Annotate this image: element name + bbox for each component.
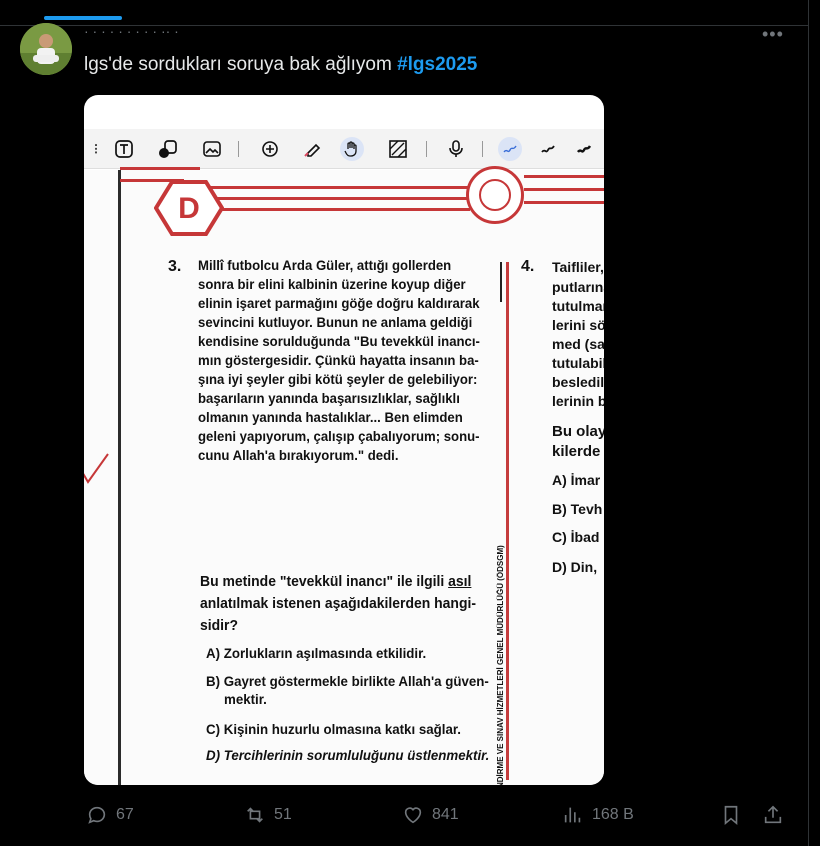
- retweet-icon: [247, 807, 263, 823]
- question-body: Millî futbolcu Arda Güler, attığı goller…: [198, 256, 498, 465]
- question4-option-a: A) İmar: [552, 472, 601, 488]
- retweet-button[interactable]: 51: [244, 804, 292, 826]
- view-count: 168 B: [592, 806, 634, 823]
- question-line: geleni yapıyorum, çalışıp çabalıyorum; s…: [198, 428, 480, 444]
- booklet-badge: D: [154, 180, 224, 236]
- question-line: cunu Allah'a bırakıyorum." dedi.: [198, 447, 399, 463]
- option-b: B) Gayret göstermekle birlikte Allah'a g…: [206, 673, 489, 689]
- question-line: sevincini kutluyor. Bunun ne anlama geld…: [198, 314, 473, 330]
- question4-option-d: D) Din,: [552, 559, 598, 575]
- prompt-line: anlatılmak istenen aşağıdakilerden hangi…: [200, 595, 476, 612]
- header-stripe: [200, 197, 470, 200]
- prompt-text: Bu metinde "tevekkül inancı" ile ilgili: [200, 573, 449, 590]
- heart-icon: [404, 807, 422, 824]
- toolbar-separator: [482, 141, 483, 157]
- text-tool-icon[interactable]: [112, 137, 136, 161]
- reply-icon: [88, 806, 106, 824]
- tweet-media[interactable]: ⁝ D 3. Millî futbolcu Arda Güler, attığı…: [84, 95, 604, 785]
- pen-bold-icon[interactable]: [572, 137, 596, 161]
- reply-button[interactable]: 67: [86, 804, 134, 826]
- header-stripe: [524, 188, 604, 191]
- option-d: D) Tercihlerinin sorumluluğunu üstlenmek…: [206, 747, 490, 763]
- add-icon[interactable]: [258, 137, 282, 161]
- dots-icon[interactable]: ⁝: [84, 137, 108, 161]
- bookmark-icon: [724, 805, 738, 826]
- question4-line: Taifliler,: [552, 259, 604, 275]
- question4-prompt: Bu olay: [552, 423, 604, 440]
- question4-prompt: kilerde: [552, 443, 601, 460]
- question4-option-c: C) İbad: [552, 529, 600, 545]
- bookmark-button[interactable]: [720, 804, 742, 826]
- shape-tool-icon[interactable]: [156, 137, 180, 161]
- toolbar-separator: [426, 141, 427, 157]
- booklet-letter: D: [178, 192, 200, 225]
- more-options-icon[interactable]: •••: [762, 24, 784, 45]
- question-line: başarıların yanında başarısızlıklar, sağ…: [198, 390, 460, 406]
- hashtag-link[interactable]: #lgs2025: [397, 54, 477, 75]
- views-icon: [564, 807, 581, 823]
- ministry-logo: [466, 166, 524, 224]
- question4-number: 4.: [521, 258, 535, 275]
- header-stripe: [200, 186, 470, 189]
- like-count: 841: [432, 806, 459, 823]
- tweet-text: lgs'de sordukları soruya bak ağlıyom #lg…: [84, 52, 477, 78]
- column-divider-top: [500, 262, 502, 302]
- top-bar: [0, 0, 808, 26]
- question-line: kendisine sorulduğunda "Bu tevekkül inan…: [198, 333, 480, 349]
- header-stripe: [120, 167, 200, 170]
- like-button[interactable]: 841: [402, 804, 459, 826]
- tweet-header-partial: · · · · · · · · · ·· ·: [84, 26, 179, 39]
- tweet-actions: 67 51 841 168 B: [0, 804, 808, 834]
- page-border: [118, 170, 121, 785]
- exam-page: D 3. Millî futbolcu Arda Güler, attığı g…: [84, 166, 604, 785]
- retweet-count: 51: [274, 806, 292, 823]
- hatch-tool-icon[interactable]: [386, 137, 410, 161]
- share-button[interactable]: [762, 804, 784, 826]
- question-line: şına iyi şeyler gibi kötü şeyler de gele…: [198, 371, 478, 387]
- question4-line: besledil: [552, 374, 604, 390]
- eraser-icon[interactable]: [300, 137, 324, 161]
- question-line: mın göstergesidir. Çünkü hayatta insanın…: [198, 352, 479, 368]
- prompt-line: Bu metinde "tevekkül inancı" ile ilgili …: [200, 571, 479, 593]
- prompt-line: sidir?: [200, 617, 238, 634]
- header-stripe: [524, 175, 604, 178]
- question4-line: med (sa: [552, 336, 604, 352]
- views-button[interactable]: 168 B: [562, 804, 634, 826]
- question4-line: tutulmar: [552, 298, 604, 314]
- tab-indicator: [44, 16, 122, 20]
- option-a: A) Zorlukların aşılmasında etkilidir.: [206, 645, 427, 661]
- question4-line: tutulabil: [552, 355, 604, 371]
- microphone-icon[interactable]: [444, 137, 468, 161]
- logo-inner-ring: [479, 179, 511, 211]
- image-tool-icon[interactable]: [200, 137, 224, 161]
- question4-line: putlarına: [552, 279, 604, 295]
- question-line: elinin işaret parmağını göğe doğru kaldı…: [198, 295, 480, 311]
- header-stripe: [200, 208, 470, 211]
- hand-tool-icon[interactable]: [340, 137, 364, 161]
- annotation-toolbar: ⁝: [84, 129, 604, 169]
- pen-medium-icon[interactable]: [536, 137, 560, 161]
- question-prompt: Bu metinde "tevekkül inancı" ile ilgili …: [200, 571, 500, 637]
- column-divider: [808, 0, 809, 846]
- header-stripe: [524, 201, 604, 204]
- question4-option-b: B) Tevh: [552, 501, 603, 517]
- question4-line: lerinin b: [552, 393, 604, 409]
- exam-footer-vertical: ÖLÇME, DEĞERLENDİRME VE SINAV HİZMETLERİ…: [496, 545, 505, 785]
- avatar-image: [20, 23, 72, 75]
- avatar[interactable]: [20, 23, 72, 75]
- option-b-continued: mektir.: [224, 691, 267, 707]
- question-line: Millî futbolcu Arda Güler, attığı goller…: [198, 257, 452, 273]
- handwritten-check-mark: [84, 453, 109, 484]
- toolbar-separator: [238, 141, 239, 157]
- option-c: C) Kişinin huzurlu olmasına katkı sağlar…: [206, 721, 461, 737]
- reply-count: 67: [116, 806, 134, 823]
- share-icon: [764, 805, 782, 824]
- tweet-body: lgs'de sordukları soruya bak ağlıyom: [84, 54, 398, 75]
- question-line: olmanın yanında hastalıklar... Ben elimd…: [198, 409, 463, 425]
- question-number: 3.: [168, 258, 182, 275]
- prompt-underlined: asıl: [448, 573, 472, 590]
- pen-thin-icon[interactable]: [498, 137, 522, 161]
- question4-line: lerini sö: [552, 317, 604, 333]
- question-line: sonra bir elini kalbinin üzerine koyup d…: [198, 276, 466, 292]
